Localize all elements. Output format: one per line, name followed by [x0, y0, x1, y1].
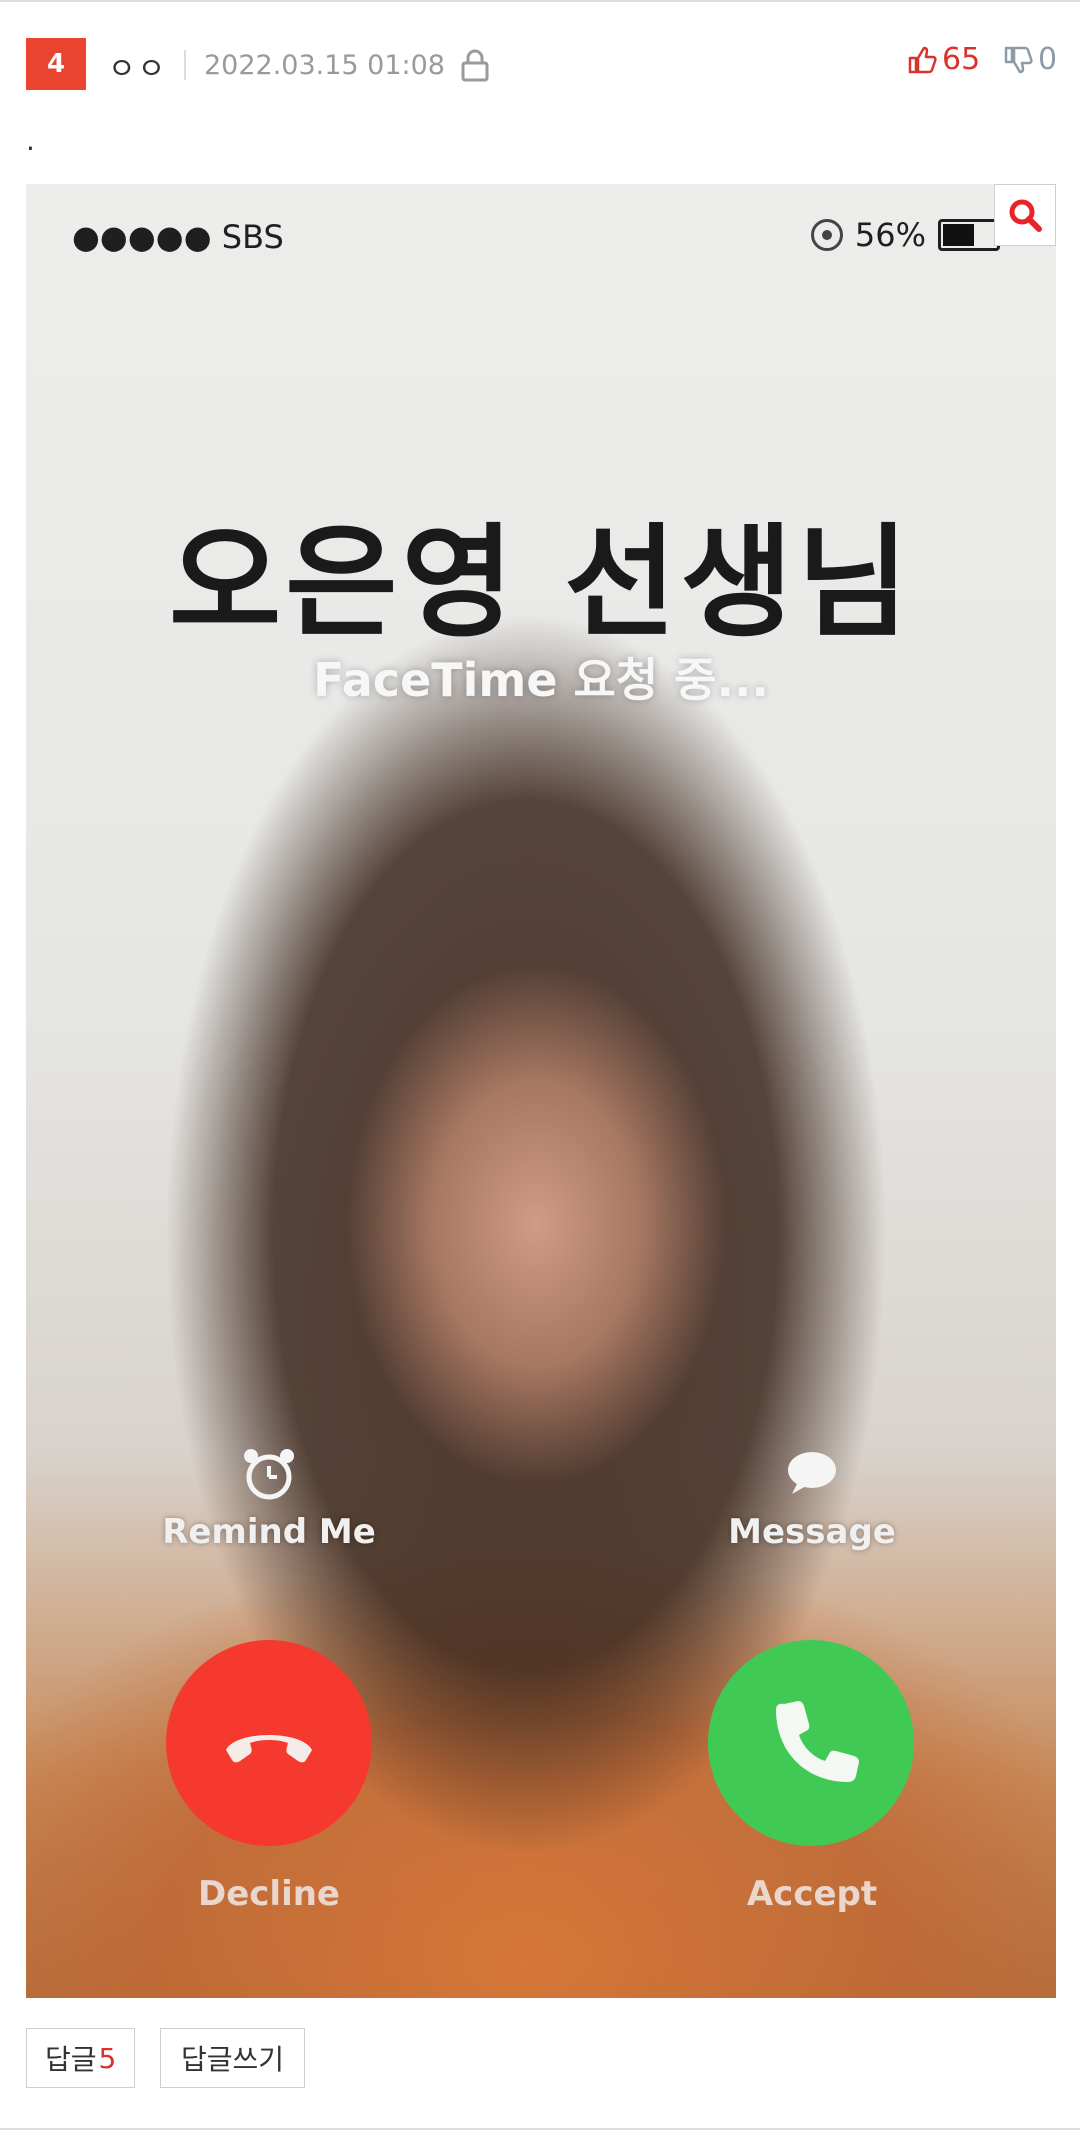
post-image[interactable]: ●●●●● SBS 56% 오은영 선생님 FaceTime 요청 중... R…	[26, 184, 1056, 1998]
accept-label: Accept	[746, 1874, 878, 1914]
alarm-clock-icon	[244, 1449, 294, 1500]
lock-icon	[460, 48, 490, 82]
thumbs-down-icon	[1004, 46, 1033, 73]
phone-hangup-icon	[226, 1735, 312, 1763]
downvote-count: 0	[1038, 42, 1058, 77]
phone-icon	[776, 1701, 859, 1782]
post-header: 4 ㅇㅇ 2022.03.15 01:08 65 0	[26, 38, 1057, 94]
message-option: Message	[682, 1444, 942, 1552]
remind-me-label: Remind Me	[162, 1512, 376, 1552]
author-name[interactable]: ㅇㅇ	[108, 44, 167, 88]
image-search-button[interactable]	[994, 184, 1056, 246]
rank-badge: 4	[26, 38, 86, 90]
rotation-lock-icon	[810, 219, 843, 251]
write-reply-button[interactable]: 답글쓰기	[160, 2028, 306, 2088]
upvote-button[interactable]: 65	[906, 42, 980, 77]
bottom-divider	[0, 2128, 1080, 2130]
carrier-label: ●●●●● SBS	[72, 218, 284, 256]
decline-label: Decline	[197, 1874, 340, 1914]
replies-label: 답글	[45, 2043, 97, 2076]
speech-bubble-icon	[788, 1452, 836, 1494]
header-separator	[184, 50, 186, 80]
remind-me-option: Remind Me	[139, 1444, 399, 1552]
upvote-count: 65	[942, 42, 981, 77]
status-bar-right: 56%	[810, 216, 1000, 254]
battery-percent: 56%	[854, 216, 926, 254]
caller-name: 오은영 선생님	[169, 512, 913, 654]
downvote-button[interactable]: 0	[1002, 42, 1057, 77]
replies-button[interactable]: 답글 5	[26, 2028, 136, 2088]
battery-icon	[938, 219, 1000, 251]
call-status: FaceTime 요청 중...	[313, 653, 769, 707]
message-label: Message	[728, 1512, 896, 1552]
replies-count: 5	[98, 2041, 117, 2075]
decline-button	[166, 1640, 372, 1846]
thumbs-up-icon	[908, 46, 937, 73]
top-divider	[0, 0, 1080, 2]
search-icon	[1009, 199, 1042, 232]
post-date: 2022.03.15 01:08	[204, 50, 445, 81]
battery-level	[943, 224, 975, 246]
post-body-text: .	[26, 124, 35, 157]
accept-button	[708, 1640, 914, 1846]
